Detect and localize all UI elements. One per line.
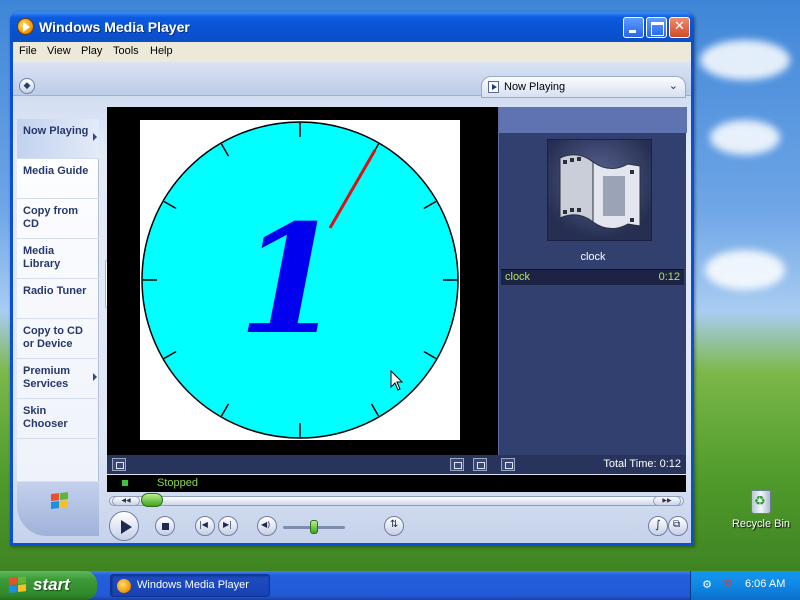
film-strip-icon (559, 154, 641, 229)
minimize-button[interactable] (623, 17, 644, 38)
taskbar-item-label: Windows Media Player (137, 579, 249, 591)
sidebar-item-label: Copy from CD (23, 205, 78, 230)
sidebar-item-copy-from-cd[interactable]: Copy from CD (17, 199, 99, 239)
mini-player-button[interactable] (668, 516, 688, 536)
sidebar-item-premium-services[interactable]: Premium Services (17, 359, 99, 399)
sidebar-item-label: Skin Chooser (23, 405, 68, 430)
sidebar-item-label: Radio Tuner (23, 285, 87, 297)
mute-button[interactable] (257, 516, 277, 536)
mouse-cursor-icon (390, 370, 404, 391)
system-tray: ⚙ ⛨ 6:06 AM (690, 571, 800, 600)
chevron-down-icon: ⌄ (668, 79, 678, 92)
desktop-icon-recycle-bin[interactable]: ♻ Recycle Bin (726, 484, 796, 530)
playlist-pane: clock clock 0:12 (498, 107, 687, 474)
start-label: start (33, 575, 70, 594)
fit-video-button[interactable] (450, 458, 464, 471)
next-button[interactable] (218, 516, 238, 536)
playlist-header (499, 107, 687, 133)
taskbar-footer (17, 482, 99, 536)
seek-bar[interactable]: ◀◀ ▶▶ (109, 496, 684, 506)
sidebar-item-copy-to-cd-or-device[interactable]: Copy to CD or Device (17, 319, 99, 359)
total-time: Total Time: 0:12 (603, 458, 681, 470)
sidebar-item-label: Media Library (23, 245, 61, 270)
sidebar-item-media-library[interactable]: Media Library (17, 239, 99, 279)
clock-numeral: 1 (238, 192, 342, 368)
taskbar: start Windows Media Player ⚙ ⛨ 6:06 AM (0, 571, 800, 600)
transport-controls (105, 508, 690, 541)
recycle-bin-label: Recycle Bin (731, 518, 791, 530)
feature-taskbar: Now Playing Media Guide Copy from CD Media … (17, 119, 99, 481)
visualization-toggle-button[interactable] (112, 458, 126, 471)
collapse-taskbar-button[interactable]: ◆ (19, 78, 35, 94)
fast-forward-icon[interactable]: ▶▶ (653, 496, 681, 506)
status-indicator (122, 480, 128, 486)
sidebar-item-radio-tuner[interactable]: Radio Tuner (17, 279, 99, 319)
window-title: Windows Media Player (39, 19, 190, 35)
menu-view[interactable]: View (47, 45, 71, 57)
menu-bar: File View Play Tools Help (13, 42, 691, 62)
now-playing-dropdown[interactable]: Now Playing ⌄ (481, 76, 686, 98)
security-shield-icon[interactable]: ⛨ (720, 578, 734, 592)
desktop-cloud (710, 120, 780, 155)
playlist-toggle-button[interactable] (501, 458, 515, 471)
status-text: Stopped (157, 477, 198, 489)
sidebar-item-label: Premium Services (23, 365, 71, 390)
menu-play[interactable]: Play (81, 45, 102, 57)
tray-clock: 6:06 AM (745, 578, 786, 590)
chevron-right-icon (93, 133, 97, 141)
maximize-button[interactable] (646, 17, 667, 38)
album-art (547, 139, 652, 241)
shuffle-button[interactable] (384, 516, 404, 536)
status-bar: Stopped (107, 475, 686, 492)
stop-button[interactable] (155, 516, 175, 536)
media-player-icon (117, 579, 131, 593)
menu-file[interactable]: File (19, 45, 37, 57)
title-bar[interactable]: Windows Media Player ✕ (10, 12, 694, 42)
menu-help[interactable]: Help (150, 45, 173, 57)
windows-logo-icon (9, 576, 27, 594)
media-player-window: Windows Media Player ✕ File View Play To… (10, 12, 694, 546)
now-playing-icon (488, 81, 499, 93)
top-strip: ◆ Now Playing ⌄ (13, 62, 691, 98)
sidebar-item-now-playing[interactable]: Now Playing (17, 119, 99, 159)
desktop-cloud (705, 250, 785, 290)
windows-logo-icon (51, 492, 69, 510)
play-button[interactable] (109, 511, 139, 541)
chevron-right-icon (93, 373, 97, 381)
rewind-icon[interactable]: ◀◀ (112, 496, 140, 506)
album-caption: clock (580, 251, 606, 263)
playlist-item[interactable]: clock 0:12 (501, 269, 684, 285)
now-playing-dropdown-label: Now Playing (504, 81, 566, 93)
sidebar-item-label: Copy to CD or Device (23, 325, 83, 350)
clock-face-svg: 1 (141, 121, 459, 439)
equalizer-button[interactable] (648, 516, 668, 536)
sidebar-item-media-guide[interactable]: Media Guide (17, 159, 99, 199)
menu-tools[interactable]: Tools (113, 45, 139, 57)
network-icon[interactable]: ⚙ (700, 578, 714, 592)
video-toolbar: Total Time: 0:12 (107, 455, 686, 474)
playlist-item-duration: 0:12 (658, 271, 680, 283)
video-frame-clock: 1 (140, 120, 460, 440)
taskbar-item-media-player[interactable]: Windows Media Player (110, 574, 270, 597)
sidebar-item-skin-chooser[interactable]: Skin Chooser (17, 399, 99, 439)
video-area[interactable]: 1 (107, 107, 498, 474)
previous-button[interactable] (195, 516, 215, 536)
close-button[interactable]: ✕ (669, 17, 690, 38)
recycle-bin-icon: ♻ (747, 484, 775, 516)
sidebar-item-label: Now Playing (23, 125, 89, 137)
player-body: ◆ Now Playing ⌄ Now Playing Media Guide Co… (13, 62, 691, 543)
start-button[interactable]: start (0, 571, 97, 600)
media-player-icon (17, 18, 34, 35)
sidebar-item-label: Media Guide (23, 165, 89, 177)
volume-thumb[interactable] (310, 520, 318, 534)
full-screen-button[interactable] (473, 458, 487, 471)
playlist-item-title: clock (505, 271, 531, 283)
seek-thumb[interactable] (141, 493, 163, 507)
desktop-cloud (700, 40, 790, 80)
